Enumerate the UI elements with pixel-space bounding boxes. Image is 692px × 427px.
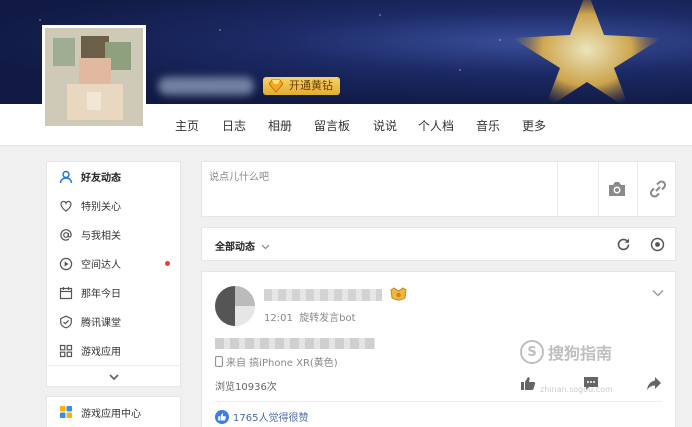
refresh-icon[interactable] [616, 237, 631, 252]
nav-music[interactable]: 音乐 [476, 117, 500, 134]
chevron-down-icon [108, 373, 119, 380]
game-center-panel: 游戏应用中心 [46, 396, 181, 427]
link-icon[interactable] [648, 179, 668, 199]
post-likes[interactable]: 1765人觉得很赞 [215, 409, 308, 424]
sidebar-expand-button[interactable] [47, 365, 180, 387]
heart-icon [59, 199, 73, 213]
sidebar-item-game-apps[interactable]: 游戏应用 [47, 336, 180, 365]
post-divider [215, 401, 662, 402]
shield-icon [59, 315, 73, 329]
sidebar-item-label: 与我相关 [81, 231, 121, 242]
feed-filter-dropdown[interactable]: 全部动态 [215, 238, 270, 253]
post-content-redacted [215, 338, 375, 349]
at-icon [59, 228, 73, 242]
post-author-avatar[interactable] [215, 286, 255, 326]
nav-home[interactable]: 主页 [175, 117, 199, 134]
grid-icon [59, 344, 73, 358]
sogou-logo-icon: S [520, 340, 544, 364]
composer-placeholder: 说点儿什么吧 [209, 172, 269, 183]
watermark-url: zhinan.sogou.com [540, 385, 613, 394]
composer-divider [598, 162, 599, 216]
post-time: 12:01 旋转发言bot [264, 313, 356, 324]
left-sidebar: 好友动态 特别关心 与我相关 空间达人 那年今日 腾讯课堂 游戏应用 [46, 161, 181, 387]
game-center-icon [59, 405, 73, 419]
sidebar-item-label: 空间达人 [81, 260, 121, 271]
composer-divider [557, 162, 558, 216]
chevron-down-icon [262, 244, 270, 250]
sidebar-item-that-year-today[interactable]: 那年今日 [47, 278, 180, 307]
composer-divider [637, 162, 638, 216]
sogou-watermark: S 搜狗指南 [520, 340, 612, 364]
chevron-down-icon[interactable] [652, 289, 664, 297]
feed-filter-label: 全部动态 [215, 242, 255, 253]
sidebar-item-related[interactable]: 与我相关 [47, 220, 180, 249]
feed-filter-bar: 全部动态 [201, 227, 676, 261]
post-via: 旋转发言bot [299, 313, 356, 324]
sidebar-item-special-care[interactable]: 特别关心 [47, 191, 180, 220]
nav-album[interactable]: 相册 [268, 117, 292, 134]
user-icon [59, 170, 73, 184]
post-view-count: 浏览10936次 [215, 382, 277, 393]
nickname-redacted [158, 77, 254, 95]
post-author-name-redacted [264, 289, 382, 301]
like-badge-icon [215, 409, 229, 424]
play-circle-icon [59, 257, 73, 271]
sidebar-item-tencent-class[interactable]: 腾讯课堂 [47, 307, 180, 336]
vip-badge-icon [390, 287, 407, 301]
star-decoration-icon [512, 0, 662, 104]
nav-shuoshuo[interactable]: 说说 [373, 117, 397, 134]
sidebar-item-label: 那年今日 [81, 289, 121, 300]
sidebar-item-game-center[interactable]: 游戏应用中心 [47, 397, 180, 427]
nav-profile[interactable]: 个人档 [418, 117, 454, 134]
sidebar-item-label: 好友动态 [81, 173, 121, 184]
notification-dot [165, 261, 170, 266]
post-source: 来自 搞iPhone XR(黄色) [215, 354, 338, 369]
open-vip-button[interactable]: 开通黄钻 [263, 77, 340, 95]
sidebar-item-space-expert[interactable]: 空间达人 [47, 249, 180, 278]
share-icon[interactable] [646, 376, 662, 391]
nav-blog[interactable]: 日志 [222, 117, 246, 134]
status-composer[interactable]: 说点儿什么吧 [201, 161, 676, 217]
diamond-icon [269, 79, 283, 93]
nav-guestbook[interactable]: 留言板 [314, 117, 350, 134]
thumbs-up-icon[interactable] [520, 376, 536, 391]
camera-icon[interactable] [607, 180, 627, 198]
sidebar-item-label: 游戏应用中心 [81, 408, 141, 420]
phone-icon [215, 356, 223, 367]
open-vip-label: 开通黄钻 [289, 79, 333, 92]
sidebar-item-label: 游戏应用 [81, 347, 121, 358]
calendar-icon [59, 286, 73, 300]
sidebar-item-label: 腾讯课堂 [81, 318, 121, 329]
sidebar-item-label: 特别关心 [81, 202, 121, 213]
sidebar-item-friend-feed[interactable]: 好友动态 [47, 162, 180, 191]
nav-more[interactable]: 更多 [522, 117, 546, 134]
profile-avatar[interactable] [42, 25, 146, 129]
target-icon[interactable] [650, 237, 665, 252]
